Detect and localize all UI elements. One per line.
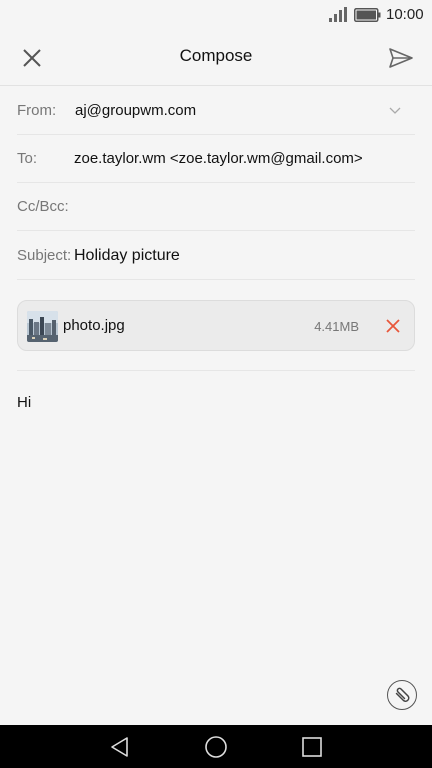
compose-header: Compose [0,30,432,86]
recent-apps-icon[interactable] [301,736,323,758]
send-icon [389,48,413,68]
to-label: To: [17,150,38,167]
chevron-down-icon[interactable] [388,104,402,118]
home-icon[interactable] [204,735,228,759]
paperclip-icon [395,687,410,702]
subject-field[interactable]: Subject: Holiday picture [17,232,415,280]
divider [17,370,415,371]
attachment-item[interactable]: photo.jpg 4.41MB [17,300,415,351]
attachment-name: photo.jpg [63,317,125,334]
cc-bcc-field[interactable]: Cc/Bcc: [17,183,415,231]
from-field[interactable]: From: aj@groupwm.com [17,87,415,135]
subject-value[interactable]: Holiday picture [74,247,180,265]
battery-icon [354,8,381,22]
status-bar: 10:00 [0,0,432,30]
from-value[interactable]: aj@groupwm.com [75,102,196,119]
signal-icon [329,7,347,22]
send-button[interactable] [384,42,418,74]
to-field[interactable]: To: zoe.taylor.wm <zoe.taylor.wm@gmail.c… [17,135,415,183]
navigation-bar [0,725,432,768]
cc-bcc-label: Cc/Bcc: [17,198,69,215]
remove-attachment-icon[interactable] [384,317,402,335]
status-time: 10:00 [386,6,424,23]
attachment-thumbnail [27,311,58,342]
to-value[interactable]: zoe.taylor.wm <zoe.taylor.wm@gmail.com> [74,150,363,167]
page-title: Compose [179,46,253,65]
attach-button[interactable] [387,680,417,710]
subject-label: Subject: [17,247,72,264]
message-body[interactable]: Hi [17,394,31,411]
back-icon[interactable] [108,735,132,759]
attachment-size: 4.41MB [314,319,359,334]
from-label: From: [17,102,57,119]
